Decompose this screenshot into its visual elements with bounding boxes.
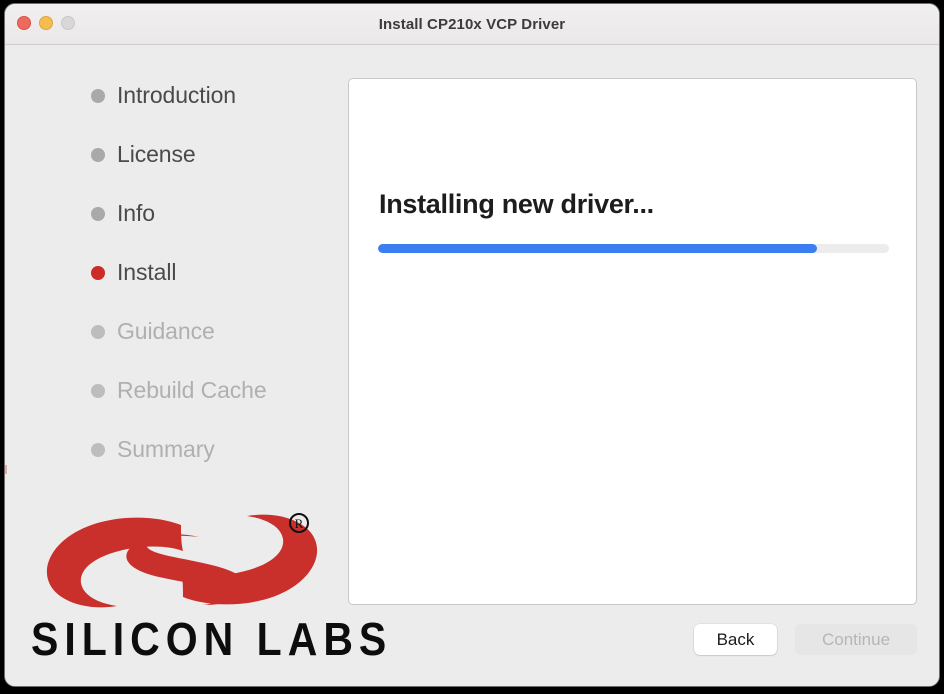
step-label: Install [117,259,177,285]
sidebar-step-summary: Summary [5,420,344,479]
step-list: Introduction License Info Install Guidan… [5,66,344,479]
step-bullet-icon [91,324,105,339]
step-bullet-icon-active [91,265,105,280]
installer-content-panel: Installing new driver... [348,78,917,605]
sidebar-step-introduction: Introduction [5,66,344,125]
step-bullet-icon [91,206,105,221]
sidebar-step-install: Install [5,243,344,302]
footer-button-bar: Back Continue [5,596,939,686]
window-body: Introduction License Info Install Guidan… [5,45,939,686]
step-label: Rebuild Cache [117,377,267,403]
title-bar: Install CP210x VCP Driver [5,4,939,45]
step-bullet-icon [91,442,105,457]
sidebar-step-info: Info [5,184,344,243]
step-label: Guidance [117,318,215,344]
back-button[interactable]: Back [694,624,777,655]
install-status-heading: Installing new driver... [379,189,654,219]
step-label: Introduction [117,82,236,108]
sidebar-step-license: License [5,125,344,184]
step-bullet-icon [91,383,105,398]
step-bullet-icon [91,147,105,162]
install-progress-bar [378,244,889,253]
step-label: License [117,141,196,167]
window-title: Install CP210x VCP Driver [378,16,566,33]
step-bullet-icon [91,88,105,103]
continue-button: Continue [795,624,917,655]
sidebar-step-rebuild-cache: Rebuild Cache [5,361,344,420]
svg-text:R: R [295,516,304,531]
sidebar: Introduction License Info Install Guidan… [5,45,386,686]
step-label: Summary [117,436,215,462]
sidebar-step-guidance: Guidance [5,302,344,361]
install-progress-fill [378,244,818,253]
installer-window: Install CP210x VCP Driver Introduction L… [4,3,940,687]
step-label: Info [117,200,155,226]
